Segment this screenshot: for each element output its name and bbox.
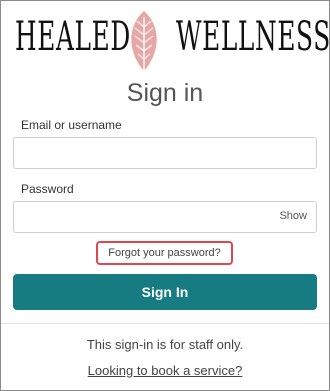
show-password-button[interactable]: Show bbox=[279, 210, 307, 222]
email-field-box[interactable] bbox=[13, 137, 317, 169]
email-field[interactable] bbox=[14, 138, 280, 166]
sign-in-button[interactable]: Sign In bbox=[13, 274, 317, 310]
brand-logo: HEALED WELLNESS bbox=[1, 7, 330, 73]
staff-only-notice: This sign-in is for staff only. bbox=[86, 337, 244, 352]
email-label: Email or username bbox=[21, 118, 122, 132]
brand-name-left: HEALED bbox=[15, 14, 131, 60]
password-label: Password bbox=[21, 182, 74, 196]
forgot-password-link[interactable]: Forgot your password? bbox=[96, 241, 233, 265]
book-service-link[interactable]: Looking to book a service? bbox=[1, 363, 329, 378]
divider bbox=[1, 323, 329, 324]
password-field-box[interactable]: Show bbox=[13, 201, 317, 233]
page-title: Sign in bbox=[126, 79, 204, 107]
leaf-icon bbox=[131, 11, 157, 71]
password-field[interactable] bbox=[14, 202, 280, 230]
signin-panel: HEALED WELLNESS Sign in Email or usernam… bbox=[0, 0, 330, 391]
brand-name-right: WELLNESS bbox=[176, 14, 330, 60]
